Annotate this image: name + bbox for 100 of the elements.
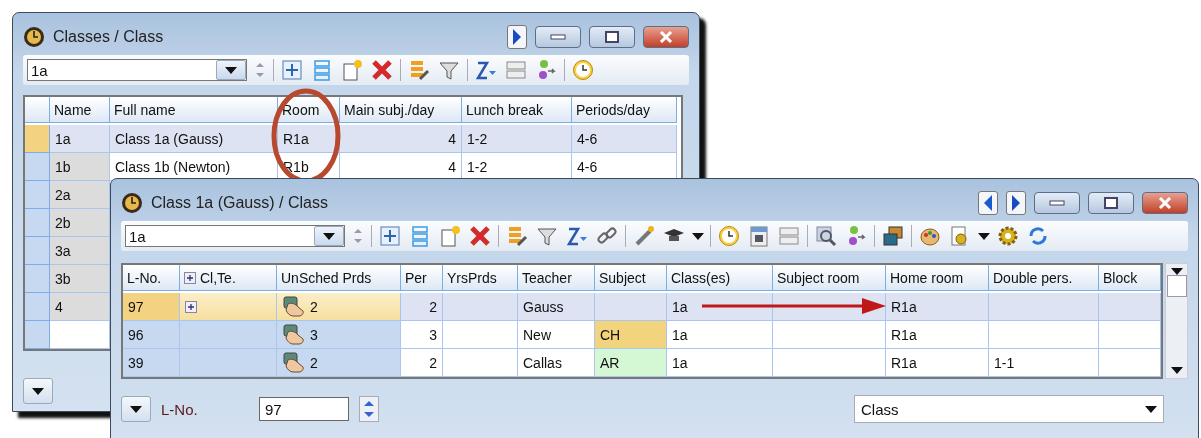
table-cell: 2 [277, 293, 401, 321]
table-cell: 3b [50, 265, 110, 293]
dropdown-button[interactable] [121, 396, 151, 422]
caret-down-icon [32, 387, 44, 395]
column-header[interactable]: YrsPrds [443, 265, 518, 291]
close-icon [659, 31, 673, 43]
table-cell: 1a [50, 125, 110, 153]
table-cell: 2 [277, 349, 401, 377]
clock-icon[interactable] [571, 58, 595, 82]
column-header[interactable]: Lunch break [462, 97, 572, 123]
search-icon[interactable] [814, 224, 838, 248]
clock-icon [23, 26, 45, 48]
column-header[interactable]: L-No. [123, 265, 180, 291]
table-cell: 2 [401, 293, 443, 321]
minimize-button[interactable] [1034, 192, 1080, 214]
table-cell: 1a [667, 349, 773, 377]
maximize-button[interactable] [1088, 192, 1134, 214]
previous-button[interactable] [978, 191, 998, 215]
window-title: Classes / Class [53, 28, 165, 46]
dropdown-button[interactable] [23, 378, 53, 404]
caret-down-icon [1145, 405, 1157, 413]
lesson-number-field[interactable]: 97 [259, 397, 349, 421]
column-header[interactable]: UnSched Prds [277, 265, 401, 291]
column-header[interactable]: Name [50, 97, 110, 123]
table-cell: 2b [50, 209, 110, 237]
column-header[interactable]: Subject room [773, 265, 886, 291]
dropdown-caret-icon [978, 232, 990, 240]
hand-icon [282, 295, 306, 318]
new-document-icon[interactable] [340, 58, 364, 82]
move-grid-icon[interactable] [378, 224, 402, 248]
view-select[interactable]: Class [854, 395, 1164, 423]
minimize-icon [550, 34, 566, 40]
up-arrow-icon [364, 400, 374, 406]
minimize-button[interactable] [535, 26, 581, 48]
spinner[interactable] [359, 396, 379, 422]
table-cell: Class 1a (Gauss) [110, 125, 278, 153]
scroll-thumb[interactable] [1166, 275, 1187, 297]
column-header[interactable]: Home room [886, 265, 989, 291]
close-button[interactable] [1142, 192, 1188, 214]
table-cell: 3 [277, 321, 401, 349]
table-cell: CH [595, 321, 667, 349]
column-header[interactable]: Periods/day [572, 97, 677, 123]
column-header[interactable]: Subject [595, 265, 667, 291]
caret-down-icon [323, 232, 335, 240]
table-cell: 1-2 [462, 125, 572, 153]
class-selector[interactable]: 1a [27, 59, 247, 81]
table-cell: R1a [886, 293, 989, 321]
header-corner [25, 97, 50, 123]
table-cell: 1-1 [989, 349, 1099, 377]
window-title: Class 1a (Gauss) / Class [151, 194, 329, 212]
clock-icon[interactable] [717, 224, 741, 248]
delete-icon[interactable] [468, 224, 492, 248]
table-cell: 4-6 [572, 125, 677, 153]
table-cell [1099, 293, 1161, 321]
settings-icon[interactable] [996, 224, 1020, 248]
expand-icon[interactable] [185, 300, 197, 313]
column-header[interactable]: Class(es) [667, 265, 773, 291]
expand-icon[interactable] [184, 271, 196, 284]
move-grid-icon[interactable] [280, 58, 304, 82]
column-header[interactable]: Double pers. [989, 265, 1099, 291]
table-cell: 1a [667, 293, 773, 321]
close-icon [1158, 197, 1172, 209]
hand-icon [282, 351, 306, 374]
table-cell: 3 [401, 321, 443, 349]
clock-icon [121, 192, 143, 214]
column-header[interactable]: Block [1099, 265, 1161, 291]
dropdown-button[interactable] [314, 226, 344, 246]
table-cell: 3a [50, 237, 110, 265]
scroll-down-icon [1170, 367, 1183, 374]
column-header[interactable]: Main subj./day [340, 97, 462, 123]
table-cell: R1a [278, 125, 340, 153]
table-cell [595, 293, 667, 321]
hand-icon [282, 323, 306, 346]
table-cell: R1a [886, 321, 989, 349]
minimize-icon [1049, 200, 1065, 206]
table-cell: 1a [667, 321, 773, 349]
new-document-icon[interactable] [438, 224, 462, 248]
column-header[interactable]: Full name [110, 97, 278, 123]
delete-icon[interactable] [370, 58, 394, 82]
dropdown-caret-icon [692, 232, 704, 240]
column-header[interactable]: Per [401, 265, 443, 291]
right-triangle-icon [1011, 195, 1021, 211]
table-cell: AR [595, 349, 667, 377]
down-arrow-icon [364, 412, 374, 418]
scrollbar[interactable] [1165, 263, 1188, 379]
next-button[interactable] [1006, 191, 1026, 215]
column-header[interactable]: Teacher [518, 265, 595, 291]
table-cell: 1b [50, 153, 110, 181]
maximize-icon [605, 31, 619, 43]
class-selector[interactable]: 1a [125, 225, 345, 247]
maximize-button[interactable] [589, 26, 635, 48]
table-cell: 4 [50, 293, 110, 321]
next-button[interactable] [507, 25, 527, 49]
windows-icon[interactable] [881, 224, 905, 248]
column-header[interactable]: Cl,Te. [180, 265, 277, 291]
caret-down-icon [225, 66, 237, 74]
dropdown-button[interactable] [216, 60, 246, 80]
close-button[interactable] [643, 26, 689, 48]
right-triangle-icon [512, 29, 522, 45]
calendar-icon[interactable] [747, 224, 771, 248]
